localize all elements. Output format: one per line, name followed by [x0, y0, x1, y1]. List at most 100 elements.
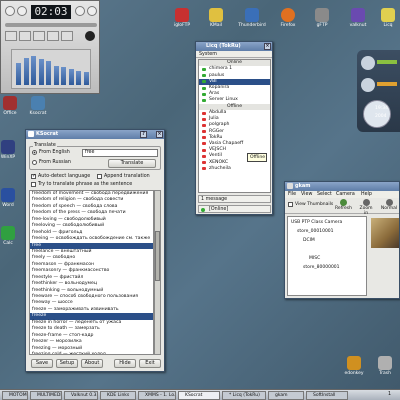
save-button[interactable]: Save: [31, 359, 53, 368]
repeat-button[interactable]: [61, 31, 73, 41]
gkam-menubar: File View Select Camera Help: [285, 191, 399, 198]
result-item[interactable]: freezing cold — жесткий холод: [30, 352, 153, 354]
taskbar: МОТОМО ... MULTIMEDIA Valknut 0.3.7 KDE …: [0, 389, 400, 400]
task-button-active[interactable]: KSocrat: [178, 391, 220, 400]
ksocrat-window[interactable]: KSocrat ? × Translate From English From …: [25, 129, 165, 372]
equalizer-band-slider[interactable]: [16, 62, 21, 85]
radio-unchecked-icon: [32, 160, 37, 165]
result-item[interactable]: freeing — освобождать освобождение см. т…: [30, 236, 153, 242]
zoom-in-button[interactable]: Zoom in: [357, 199, 375, 216]
photo-thumbnail[interactable]: [371, 218, 399, 248]
hide-button[interactable]: Hide: [114, 359, 136, 368]
task-button[interactable]: Valknut 0.3.7: [64, 391, 98, 400]
licq-message-count[interactable]: 1 message: [198, 195, 271, 203]
pause-button[interactable]: [19, 31, 31, 41]
task-button[interactable]: МОТОМО ...: [2, 391, 28, 400]
desktop-icon-ksocrat[interactable]: Ksocrat: [20, 96, 56, 116]
menu-camera[interactable]: Camera: [336, 191, 355, 198]
radio-from-russian[interactable]: From Russian: [32, 160, 71, 165]
licq-window[interactable]: Licq (TokRu) × System Online chimera 1 p…: [195, 41, 273, 215]
view-thumbnails-checkbox[interactable]: View Thumbnails: [288, 202, 333, 207]
flower-offline-icon: [202, 136, 206, 140]
tree-item-store-1[interactable]: store_00010001: [297, 229, 334, 234]
desktop-icon-gftp[interactable]: gFTP: [304, 8, 340, 28]
desktop-icon-calc[interactable]: Calc: [0, 226, 26, 246]
gkam-titlebar[interactable]: gkam: [285, 182, 399, 191]
zoom-in-icon: [362, 199, 370, 206]
query-input[interactable]: free: [82, 149, 158, 157]
equalizer-band-slider[interactable]: [68, 69, 74, 85]
normal-button[interactable]: Normal: [380, 199, 398, 211]
desktop-icon-kmail[interactable]: KMail: [198, 8, 234, 28]
shuffle-button[interactable]: [47, 31, 59, 41]
play-button[interactable]: [5, 6, 15, 16]
task-button[interactable]: XMMS - 1. Lo...: [138, 391, 176, 400]
close-icon[interactable]: ×: [264, 43, 271, 50]
task-button[interactable]: KDE Links: [100, 391, 136, 400]
equalizer-band-slider[interactable]: [53, 65, 59, 85]
tree-item-misc[interactable]: MISC: [309, 256, 320, 261]
desktop-icon-iglooftp[interactable]: igloFTP: [164, 8, 200, 28]
xmms-player[interactable]: 02:03: [0, 0, 100, 94]
eject-button[interactable]: [33, 31, 45, 41]
desktop-icon-thunderbird[interactable]: Thunderbird: [234, 8, 270, 28]
menu-view[interactable]: View: [301, 191, 312, 198]
tree-item-store-2[interactable]: store_80000001: [303, 265, 340, 270]
desktop-icon-valknut[interactable]: valknut: [340, 8, 376, 28]
setup-button[interactable]: Setup: [56, 359, 78, 368]
tray-clock[interactable]: 1: [388, 392, 391, 397]
gkam-window[interactable]: gkam File View Select Camera Help View T…: [284, 181, 400, 299]
equalizer-band-slider[interactable]: [23, 57, 29, 85]
tree-item-camera[interactable]: USB PTP Class Camera: [291, 220, 342, 225]
equalizer-band-slider[interactable]: [46, 61, 51, 85]
licq-titlebar[interactable]: Licq (TokRu) ×: [196, 42, 272, 51]
camera-tree[interactable]: USB PTP Class Camera store_00010001 DCIM…: [287, 216, 367, 296]
desktop-icon-firefox[interactable]: Firefox: [270, 8, 306, 28]
translation-results-list[interactable]: freedom of movement — свобода передвижен…: [29, 190, 154, 355]
exit-button[interactable]: Exit: [139, 359, 161, 368]
about-button[interactable]: About: [81, 359, 103, 368]
licq-contact-list[interactable]: Online chimera 1 paulus VBI Kopanira Ara…: [198, 59, 271, 193]
refresh-button[interactable]: Refresh: [335, 199, 352, 211]
task-button[interactable]: * Licq (TokRu): [222, 391, 266, 400]
translate-button[interactable]: Translate: [108, 159, 156, 168]
ksocrat-titlebar[interactable]: KSocrat ? ×: [26, 130, 164, 139]
desktop-icon-winxp[interactable]: WinXP: [0, 140, 26, 160]
close-button[interactable]: [87, 6, 97, 16]
menu-select[interactable]: Select: [317, 191, 332, 198]
menu-help[interactable]: Help: [361, 191, 372, 198]
auto-detect-checkbox[interactable]: ✓ Auto-detect language: [31, 174, 90, 179]
append-checkbox[interactable]: Append translation: [97, 174, 150, 179]
close-icon[interactable]: ×: [156, 131, 163, 138]
desktop-icon-licq[interactable]: Licq: [376, 8, 400, 28]
prev-button[interactable]: [5, 31, 17, 41]
equalizer[interactable]: [11, 49, 91, 89]
equalizer-band-slider[interactable]: [38, 59, 44, 85]
contact-item[interactable]: zhucheila: [199, 166, 270, 172]
licq-system-menu[interactable]: System: [196, 51, 272, 58]
contact-item[interactable]: Server Linux: [199, 97, 270, 103]
equalizer-band-slider[interactable]: [76, 70, 81, 85]
desktop-icon-edonkey[interactable]: edonkey: [336, 356, 372, 376]
tree-item-dcim[interactable]: DCIM: [303, 238, 315, 243]
try-phrase-checkbox[interactable]: Try to translate phrase as the sentence: [31, 182, 132, 187]
task-button[interactable]: gkam: [268, 391, 304, 400]
desktop-icon-trash[interactable]: Trash: [370, 356, 400, 376]
task-button[interactable]: SoftInstall: [306, 391, 348, 400]
results-scrollbar[interactable]: [154, 190, 161, 355]
licq-status-selector[interactable]: [Online]: [198, 205, 271, 213]
help-icon[interactable]: ?: [140, 131, 147, 138]
menu-file[interactable]: File: [288, 191, 296, 198]
scrollbar-thumb[interactable]: [155, 231, 160, 281]
radio-checked-icon: [32, 150, 37, 155]
desktop-icon-word[interactable]: Word: [0, 188, 26, 208]
equalizer-band-slider[interactable]: [61, 67, 66, 85]
radio-from-english[interactable]: From English: [32, 150, 70, 155]
stop-button[interactable]: [17, 6, 27, 16]
flower-offline-icon: [202, 148, 206, 152]
next-button[interactable]: [75, 6, 85, 16]
equalizer-band-slider[interactable]: [31, 56, 36, 85]
seek-slider[interactable]: [5, 23, 97, 27]
task-button[interactable]: MULTIMEDIA: [30, 391, 62, 400]
equalizer-band-slider[interactable]: [83, 72, 89, 85]
